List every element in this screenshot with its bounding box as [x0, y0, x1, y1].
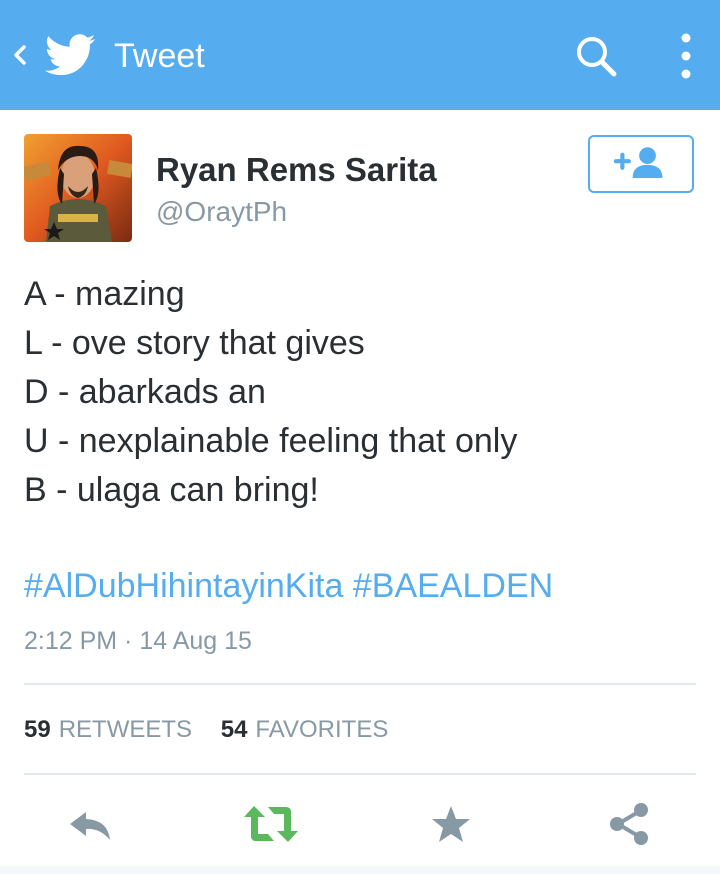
retweets-stat[interactable]: 59 RETWEETS [24, 712, 192, 748]
overflow-menu-icon[interactable] [672, 30, 700, 82]
favorites-stat[interactable]: 54 FAVORITES [221, 712, 389, 748]
tweet-line: A - mazing [24, 275, 185, 313]
search-icon[interactable] [572, 32, 620, 80]
author-name[interactable]: Ryan Rems Sarita [156, 150, 437, 190]
divider [24, 773, 696, 775]
hashtag-link[interactable]: #BAEALDEN [353, 567, 553, 605]
retweets-label: RETWEETS [58, 716, 193, 743]
follow-button[interactable] [588, 135, 694, 193]
tweet-line: L - ove story that gives [24, 324, 365, 362]
retweets-count: 59 [24, 716, 51, 743]
twitter-bird-icon [44, 34, 96, 76]
tweet-stats: 59 RETWEETS 54 FAVORITES [24, 712, 410, 748]
tweet-timestamp: 2:12 PM · 14 Aug 15 [24, 627, 252, 655]
author-handle[interactable]: @OraytPh [156, 194, 287, 230]
hashtag-link[interactable]: #AlDubHihintayinKita [24, 567, 343, 605]
add-person-icon [613, 147, 663, 178]
app-bar: Tweet [0, 0, 720, 110]
tweet-line: D - abarkads an [24, 373, 266, 411]
reply-icon[interactable] [66, 800, 114, 848]
divider [24, 683, 696, 685]
hashtags: #AlDubHihintayinKita #BAEALDEN [24, 564, 553, 608]
tweet-text: A - mazing L - ove story that gives D - … [24, 270, 684, 515]
favorites-count: 54 [220, 716, 248, 743]
share-icon[interactable] [606, 800, 652, 848]
retweet-icon[interactable] [242, 800, 300, 848]
avatar[interactable] [24, 134, 132, 242]
tweet-line: B - ulaga can bring! [24, 471, 319, 509]
bottom-divider [0, 866, 720, 874]
favorites-label: FAVORITES [255, 716, 389, 743]
page-title: Tweet [114, 37, 205, 75]
tweet-line: U - nexplainable feeling that only [24, 422, 518, 460]
star-icon[interactable] [430, 800, 472, 848]
chevron-left-icon[interactable] [10, 38, 30, 72]
